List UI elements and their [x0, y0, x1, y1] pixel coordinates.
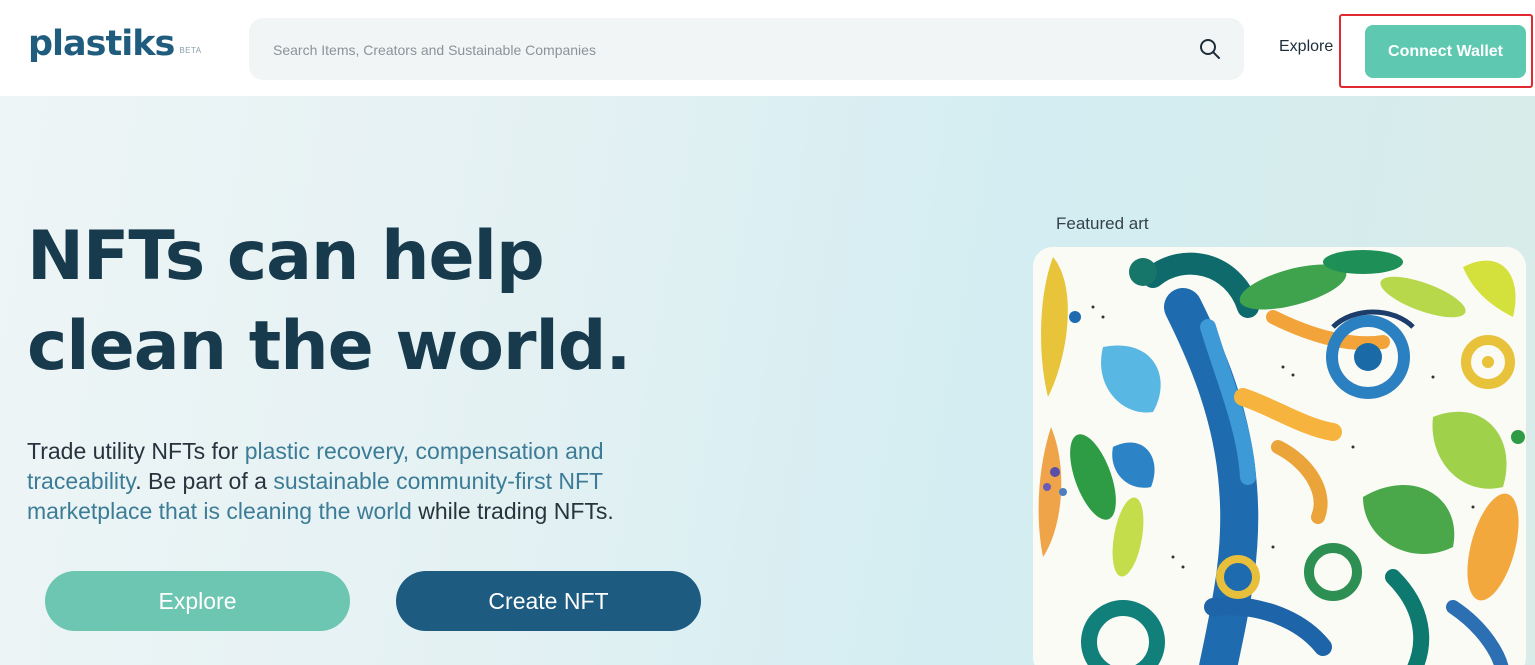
page: plastiks BETA Explore Connect Wallet NFT…: [0, 0, 1535, 665]
search-input[interactable]: [271, 18, 1175, 82]
nav-explore-link[interactable]: Explore: [1279, 38, 1333, 56]
search-icon[interactable]: [1199, 38, 1221, 60]
logo-wordmark: plastiks: [28, 24, 175, 64]
hero-description: Trade utility NFTs for plastic recovery,…: [27, 436, 687, 526]
top-navbar: plastiks BETA Explore Connect Wallet: [0, 0, 1535, 96]
hero-title-line-1: NFTs can help: [27, 217, 545, 296]
hero-text-part-3: while trading NFTs.: [411, 498, 614, 524]
connect-wallet-button[interactable]: Connect Wallet: [1365, 25, 1526, 78]
hero-title: NFTs can help clean the world.: [27, 212, 727, 392]
featured-art-label: Featured art: [1056, 214, 1149, 233]
hero-title-line-2: clean the world.: [27, 307, 631, 386]
hero-explore-button[interactable]: Explore: [45, 571, 350, 631]
beta-badge: BETA: [179, 46, 202, 55]
plastiks-logo[interactable]: plastiks BETA: [28, 24, 202, 64]
create-nft-button[interactable]: Create NFT: [396, 571, 701, 631]
hero-text-part-1: Trade utility NFTs for: [27, 438, 245, 464]
search-bar: [249, 18, 1244, 82]
hero-text-part-2: . Be part of a: [135, 468, 274, 494]
featured-art-image[interactable]: [1033, 247, 1526, 665]
featured-artwork: [1033, 247, 1526, 665]
